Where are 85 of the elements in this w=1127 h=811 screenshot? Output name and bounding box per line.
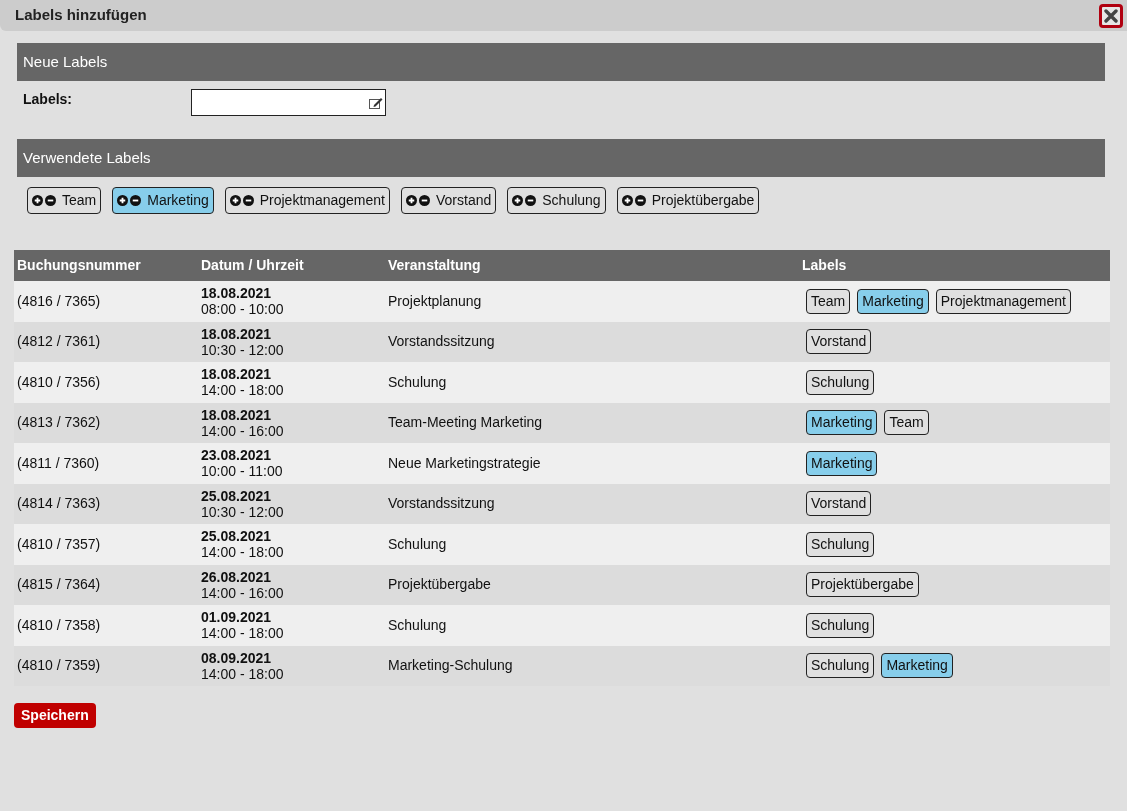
labels-input-field[interactable] — [191, 89, 386, 116]
plus-icon[interactable] — [621, 195, 633, 206]
time-text: 10:00 - 11:00 — [201, 463, 283, 480]
label-tag: Marketing — [857, 288, 929, 314]
label-tag: Marketing — [806, 450, 878, 476]
booking-number: (4816 / 7365) — [17, 292, 101, 309]
date-text: 18.08.2021 — [201, 325, 272, 342]
event-name: Vorstandssitzung — [388, 495, 495, 512]
label-tag: Marketing — [881, 653, 953, 679]
date-text: 01.09.2021 — [201, 609, 272, 626]
minus-icon[interactable] — [130, 195, 142, 206]
time-text: 14:00 - 18:00 — [201, 544, 284, 561]
event-name: Neue Marketingstrategie — [388, 454, 541, 471]
label-chip[interactable]: Team — [27, 187, 102, 214]
column-header: Veranstaltung — [388, 257, 481, 273]
date-text: 18.08.2021 — [201, 285, 272, 302]
window-title: Labels hinzufügen — [15, 5, 147, 26]
booking-number: (4810 / 7357) — [17, 535, 101, 552]
date-text: 26.08.2021 — [201, 568, 272, 585]
minus-icon[interactable] — [242, 195, 254, 206]
plus-icon[interactable] — [32, 195, 43, 206]
date-text: 25.08.2021 — [201, 528, 272, 545]
time-text: 10:30 - 12:00 — [201, 341, 284, 358]
time-text: 14:00 - 18:00 — [201, 625, 284, 642]
date-text: 18.08.2021 — [201, 406, 272, 423]
close-button[interactable] — [1099, 3, 1123, 28]
field-label: Labels: — [22, 90, 73, 109]
event-name: Vorstandssitzung — [388, 333, 495, 350]
label-tag: Projektübergabe — [806, 572, 919, 598]
event-name: Marketing-Schulung — [388, 657, 513, 674]
label-chip[interactable]: Marketing — [112, 187, 214, 214]
plus-icon[interactable] — [512, 195, 524, 206]
time-text: 10:30 - 12:00 — [201, 503, 284, 520]
booking-number: (4810 / 7356) — [17, 373, 101, 390]
time-text: 14:00 - 18:00 — [201, 665, 284, 682]
event-name: Schulung — [388, 616, 447, 633]
label-tag: Schulung — [806, 612, 875, 638]
time-text: 14:00 - 16:00 — [201, 584, 284, 601]
save-button[interactable]: Speichern — [14, 703, 96, 728]
time-text: 08:00 - 10:00 — [201, 301, 284, 318]
booking-number: (4812 / 7361) — [17, 333, 101, 350]
label-tag: Team — [884, 410, 929, 436]
event-name: Schulung — [388, 373, 447, 390]
label-chip[interactable]: Schulung — [507, 187, 606, 214]
section-header: Neue Labels — [17, 43, 1105, 81]
label-chip[interactable]: Projektübergabe — [616, 187, 760, 214]
plus-icon[interactable] — [117, 195, 129, 206]
close-icon[interactable] — [1104, 8, 1118, 23]
label-chip[interactable]: Vorstand — [401, 187, 497, 214]
column-header: Buchungsnummer — [17, 257, 141, 273]
date-text: 18.08.2021 — [201, 366, 272, 383]
edit-icon — [369, 96, 383, 109]
minus-icon[interactable] — [45, 195, 56, 206]
date-text: 08.09.2021 — [201, 649, 272, 666]
section-header: Verwendete Labels — [17, 139, 1105, 177]
label-tag: Schulung — [806, 531, 875, 557]
booking-number: (4810 / 7358) — [17, 616, 101, 633]
label-tag: Projektmanagement — [935, 288, 1071, 314]
label-tag: Schulung — [806, 369, 875, 395]
plus-icon[interactable] — [229, 195, 241, 206]
booking-number: (4814 / 7363) — [17, 495, 101, 512]
booking-number: (4810 / 7359) — [17, 657, 101, 674]
event-name: Projektübergabe — [388, 576, 491, 593]
time-text: 14:00 - 16:00 — [201, 422, 284, 439]
column-header: Datum / Uhrzeit — [201, 257, 304, 274]
label-tag: Team — [806, 288, 851, 314]
date-text: 23.08.2021 — [201, 447, 272, 464]
label-tag: Marketing — [806, 410, 878, 436]
label-tag: Vorstand — [806, 491, 872, 517]
booking-number: (4815 / 7364) — [17, 576, 101, 593]
booking-number: (4813 / 7362) — [17, 414, 101, 431]
event-name: Team-Meeting Marketing — [388, 414, 543, 431]
plus-icon[interactable] — [406, 195, 417, 206]
date-text: 25.08.2021 — [201, 487, 272, 504]
label-tag: Schulung — [806, 653, 875, 679]
booking-number: (4811 / 7360) — [17, 454, 100, 471]
minus-icon[interactable] — [525, 195, 537, 206]
minus-icon[interactable] — [634, 195, 646, 206]
event-name: Schulung — [388, 535, 447, 552]
time-text: 14:00 - 18:00 — [201, 382, 284, 399]
label-tag: Vorstand — [806, 329, 872, 355]
minus-icon[interactable] — [419, 195, 430, 206]
column-header: Labels — [802, 256, 847, 275]
event-name: Projektplanung — [388, 292, 482, 309]
label-chip[interactable]: Projektmanagement — [224, 187, 390, 214]
